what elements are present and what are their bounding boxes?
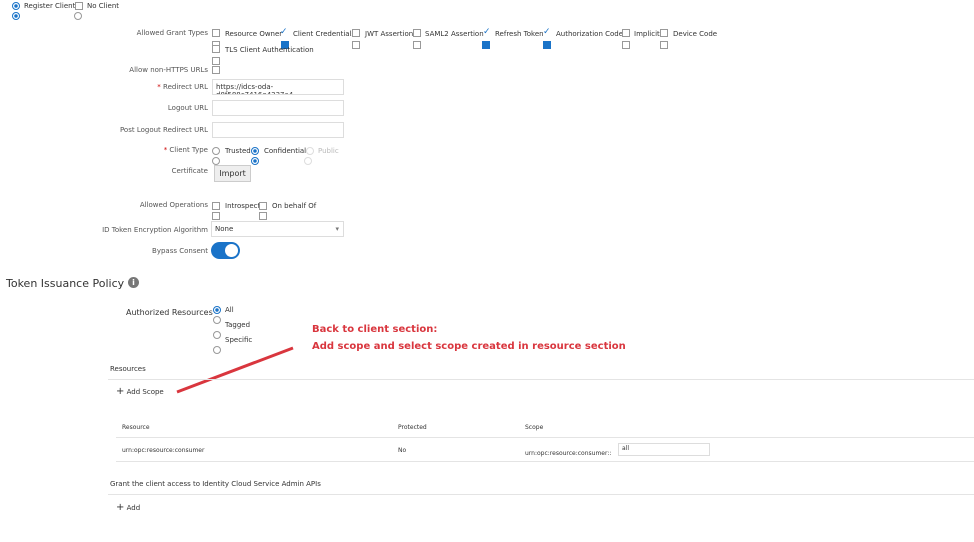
resources-title: Resources — [110, 365, 146, 373]
add-scope-label: Add Scope — [126, 388, 164, 396]
plus-icon: + — [116, 502, 125, 513]
scope-input[interactable]: all — [618, 443, 710, 456]
table-header-divider — [116, 437, 974, 438]
protected-cell: No — [398, 447, 407, 454]
table-row-divider — [116, 461, 974, 462]
resource-column-header: Resource — [122, 424, 150, 431]
divider — [108, 379, 974, 380]
add-scope-button[interactable]: + Add Scope — [116, 386, 164, 397]
add-admin-api-button[interactable]: + Add — [116, 502, 140, 513]
add-label: Add — [126, 504, 141, 512]
protected-column-header: Protected — [398, 424, 427, 431]
scope-prefix: urn:opc:resource:consumer:: — [525, 450, 612, 457]
divider — [108, 494, 974, 495]
scope-column-header: Scope — [525, 424, 544, 431]
admin-apis-title: Grant the client access to Identity Clou… — [110, 480, 321, 488]
plus-icon: + — [116, 386, 125, 397]
resource-cell: urn:opc:resource:consumer — [122, 447, 205, 454]
